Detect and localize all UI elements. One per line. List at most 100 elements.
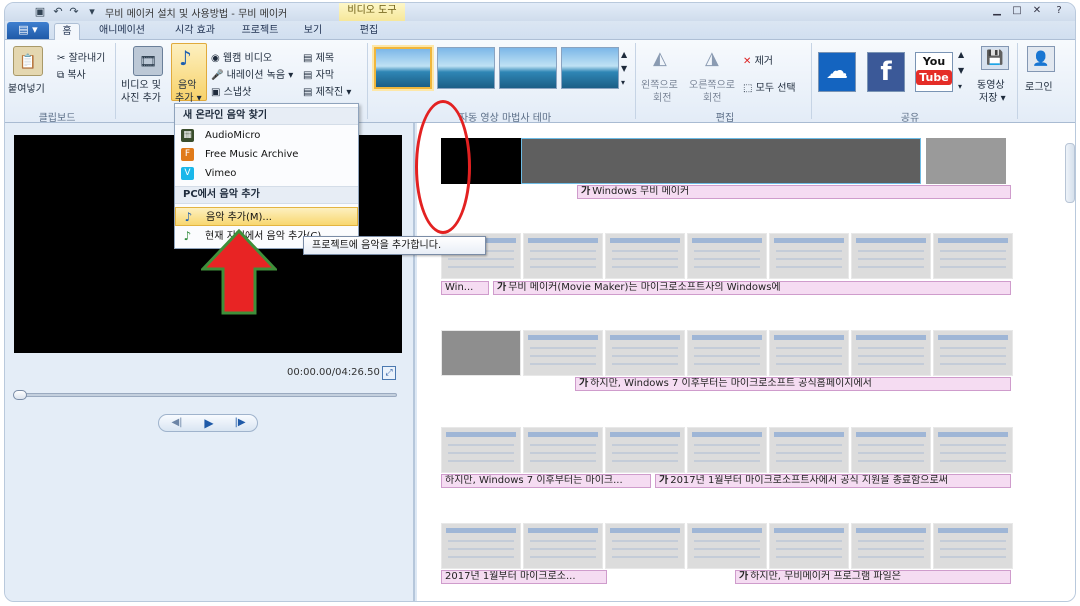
clip-track-4[interactable] bbox=[441, 427, 1019, 475]
storyboard-scrollbar[interactable] bbox=[1065, 143, 1075, 203]
credits-button[interactable]: ▤ 제작진 ▾ bbox=[303, 83, 351, 99]
transition-clip[interactable] bbox=[926, 138, 1006, 184]
paste-button[interactable]: 붙여넣기 bbox=[8, 80, 45, 95]
clip-thumbnail[interactable] bbox=[605, 427, 685, 473]
tab-edit[interactable]: 편집 bbox=[349, 23, 389, 40]
seek-thumb[interactable] bbox=[13, 390, 27, 400]
webcam-video-button[interactable]: ◉ 웹캠 비디오 bbox=[211, 49, 272, 65]
clip-track-2[interactable] bbox=[441, 233, 1019, 281]
clip-thumbnail[interactable] bbox=[605, 233, 685, 279]
play-icon[interactable]: ▶ bbox=[194, 416, 224, 430]
clip-thumbnail[interactable] bbox=[687, 330, 767, 376]
share-more-icon[interactable]: ▾ bbox=[958, 82, 962, 91]
caption-bar[interactable]: 2017년 1월부터 마이크로소... bbox=[441, 570, 607, 584]
clip-thumbnail[interactable] bbox=[605, 523, 685, 569]
clip-thumbnail[interactable] bbox=[769, 233, 849, 279]
caption-bar[interactable]: Win... bbox=[441, 281, 489, 295]
expand-preview-icon[interactable]: ⤢ bbox=[382, 366, 396, 380]
clip-thumbnail[interactable] bbox=[769, 330, 849, 376]
clip-thumbnail[interactable] bbox=[523, 330, 603, 376]
clip-thumbnail[interactable] bbox=[441, 523, 521, 569]
clip-thumbnail[interactable] bbox=[851, 233, 931, 279]
snapshot-button[interactable]: ▣ 스냅샷 bbox=[211, 83, 251, 99]
title-clip-body[interactable] bbox=[521, 138, 921, 184]
caption-bar[interactable]: 가 무비 메이커(Movie Maker)는 마이크로소프트사의 Windows에 bbox=[493, 281, 1011, 295]
seek-bar[interactable] bbox=[15, 393, 397, 397]
facebook-icon[interactable]: f bbox=[867, 52, 905, 92]
clip-thumbnail[interactable] bbox=[933, 523, 1013, 569]
clip-thumbnail[interactable] bbox=[523, 523, 603, 569]
clip-thumbnail[interactable] bbox=[933, 233, 1013, 279]
menu-item-add-music[interactable]: ♪ 음악 추가(M)... bbox=[175, 207, 358, 226]
close-icon[interactable]: ✕ bbox=[1029, 4, 1045, 18]
add-video-photo-label-2[interactable]: 사진 추가 bbox=[121, 89, 161, 104]
youtube-icon[interactable]: You Tube bbox=[915, 52, 953, 92]
caption-bar[interactable]: 가 하지만, 무비메이커 프로그램 파일은 bbox=[735, 570, 1011, 584]
caption-button[interactable]: ▤ 자막 bbox=[303, 66, 334, 82]
quick-access-dropdown-icon[interactable]: ▾ bbox=[85, 5, 99, 19]
caption-bar[interactable]: 가 2017년 1월부터 마이크로소프트사에서 공식 지원을 종료함으로써 bbox=[655, 474, 1011, 488]
rotate-left-label-2[interactable]: 회전 bbox=[653, 89, 671, 104]
login-button[interactable]: 로그인 bbox=[1025, 78, 1053, 93]
tab-project[interactable]: 프로젝트 bbox=[231, 23, 289, 40]
menu-item-free-music-archive[interactable]: F Free Music Archive bbox=[175, 145, 358, 164]
theme-thumbnail-2[interactable] bbox=[437, 47, 495, 89]
video-photo-icon[interactable]: 🎞 bbox=[133, 46, 163, 76]
copy-button[interactable]: ⧉ 복사 bbox=[57, 66, 86, 82]
clip-thumbnail[interactable] bbox=[769, 523, 849, 569]
clip-track-1[interactable] bbox=[441, 138, 1019, 186]
clip-thumbnail[interactable] bbox=[441, 330, 521, 376]
themes-scroll-down-icon[interactable]: ▼ bbox=[621, 64, 627, 73]
clip-thumbnail[interactable] bbox=[523, 233, 603, 279]
themes-scroll-up-icon[interactable]: ▲ bbox=[621, 50, 627, 59]
onedrive-icon[interactable]: ☁ bbox=[818, 52, 856, 92]
tab-home[interactable]: 홈 bbox=[54, 23, 80, 40]
rotate-right-icon[interactable]: ◮ bbox=[705, 48, 719, 69]
share-scroll-down-icon[interactable]: ▼ bbox=[958, 66, 964, 75]
theme-thumbnail-1[interactable] bbox=[374, 47, 432, 89]
share-scroll-up-icon[interactable]: ▲ bbox=[958, 50, 964, 59]
rotate-right-label-2[interactable]: 회전 bbox=[703, 89, 721, 104]
help-icon[interactable]: ? bbox=[1051, 4, 1067, 18]
clip-track-3[interactable] bbox=[441, 330, 1019, 378]
clip-thumbnail[interactable] bbox=[687, 523, 767, 569]
clip-thumbnail[interactable] bbox=[687, 427, 767, 473]
clip-thumbnail[interactable] bbox=[441, 427, 521, 473]
record-narration-button[interactable]: 🎤 내레이션 녹음 ▾ bbox=[211, 66, 293, 82]
themes-more-icon[interactable]: ▾ bbox=[621, 78, 625, 87]
caption-bar[interactable]: 하지만, Windows 7 이후부터는 마이크... bbox=[441, 474, 651, 488]
menu-item-audiomicro[interactable]: ▦ AudioMicro bbox=[175, 126, 358, 145]
clip-thumbnail[interactable] bbox=[933, 427, 1013, 473]
login-icon[interactable]: 👤 bbox=[1027, 46, 1055, 72]
maximize-icon[interactable]: □ bbox=[1009, 4, 1025, 18]
theme-thumbnail-3[interactable] bbox=[499, 47, 557, 89]
tab-visual-effects[interactable]: 시각 효과 bbox=[165, 23, 225, 40]
rotate-left-icon[interactable]: ◭ bbox=[653, 48, 667, 69]
select-all-button[interactable]: ⬚ 모두 선택 bbox=[743, 79, 796, 95]
save-movie-label-2[interactable]: 저장 ▾ bbox=[979, 89, 1006, 104]
caption-bar[interactable]: 가 Windows 무비 메이커 bbox=[577, 185, 1011, 199]
clip-thumbnail[interactable] bbox=[769, 427, 849, 473]
clip-thumbnail[interactable] bbox=[851, 427, 931, 473]
tab-animation[interactable]: 애니메이션 bbox=[89, 23, 155, 40]
clip-thumbnail[interactable] bbox=[933, 330, 1013, 376]
file-menu-button[interactable]: ▤ ▾ bbox=[7, 22, 49, 39]
paste-icon[interactable]: 📋 bbox=[13, 46, 43, 76]
redo-icon[interactable]: ↷ bbox=[67, 5, 81, 19]
minimize-icon[interactable]: ▁ bbox=[989, 4, 1005, 18]
undo-icon[interactable]: ↶ bbox=[51, 5, 65, 19]
clip-track-5[interactable] bbox=[441, 523, 1019, 571]
cut-button[interactable]: ✂ 잘라내기 bbox=[57, 49, 105, 65]
add-music-button[interactable]: ♪ 음악 추가 ▾ bbox=[171, 43, 207, 104]
save-icon[interactable]: ▣ bbox=[33, 5, 47, 19]
clip-thumbnail[interactable] bbox=[605, 330, 685, 376]
save-movie-icon[interactable]: 💾 bbox=[981, 46, 1009, 70]
theme-thumbnail-4[interactable] bbox=[561, 47, 619, 89]
previous-frame-icon[interactable]: ◀| bbox=[162, 416, 192, 430]
next-frame-icon[interactable]: |▶ bbox=[225, 416, 255, 430]
tab-view[interactable]: 보기 bbox=[295, 23, 331, 40]
remove-button[interactable]: ✕ 제거 bbox=[743, 52, 773, 68]
clip-thumbnail[interactable] bbox=[687, 233, 767, 279]
clip-thumbnail[interactable] bbox=[851, 523, 931, 569]
caption-bar[interactable]: 가 하지만, Windows 7 이후부터는 마이크로소프트 공식홈페이지에서 bbox=[575, 377, 1011, 391]
